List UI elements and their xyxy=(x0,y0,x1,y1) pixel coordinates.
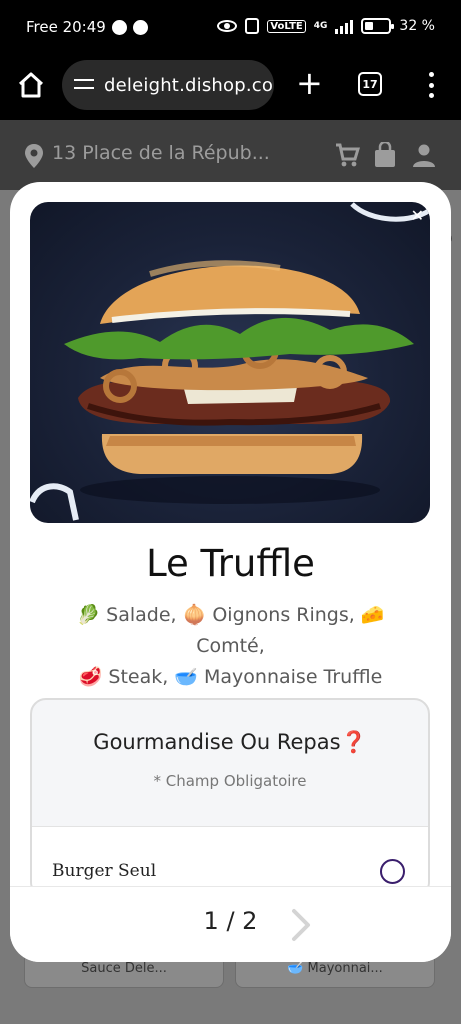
product-image: ✕ xyxy=(30,202,430,523)
shopping-bag-icon[interactable] xyxy=(372,142,398,168)
battery-icon xyxy=(361,18,395,34)
product-modal: ✕ Le Truffle 🥬 Salade, 🧅 Oignons Rings, … xyxy=(10,182,451,962)
pager-bar: 1 / 2 xyxy=(10,886,451,962)
chevron-right-icon[interactable] xyxy=(286,905,316,945)
burger-illustration xyxy=(30,202,430,521)
close-icon[interactable]: ✕ xyxy=(411,208,424,224)
location-pin-icon xyxy=(25,144,43,168)
product-title: Le Truffle xyxy=(146,542,315,585)
vibrate-icon xyxy=(245,18,260,34)
more-menu-icon[interactable] xyxy=(424,70,438,100)
option-group-card: Gourmandise Ou Repas❓ * Champ Obligatoir… xyxy=(30,698,430,898)
status-time: Free 20:49 xyxy=(26,18,106,36)
address-bar[interactable]: deleight.dishop.co/ xyxy=(62,60,274,110)
network-type: 4G xyxy=(313,21,328,31)
status-bar: Free 20:49 VoLTE 4G 32 % xyxy=(0,0,461,56)
volte-badge: VoLTE xyxy=(267,19,306,33)
site-settings-icon[interactable] xyxy=(74,75,96,95)
page-indicator: 1 / 2 xyxy=(203,907,258,935)
delivery-address[interactable]: 13 Place de la Répub... xyxy=(52,142,270,164)
option-radio[interactable] xyxy=(380,859,405,884)
ingredients-line: 🥩 Steak, 🥣 Mayonnaise Truffle xyxy=(78,666,383,688)
tab-switcher-button[interactable]: 17 xyxy=(358,72,382,96)
required-field-note: * Champ Obligatoire xyxy=(153,772,307,790)
ingredients-line: 🥬 Salade, 🧅 Oignons Rings, 🧀 Comté, xyxy=(76,604,385,657)
eye-comfort-icon xyxy=(217,20,238,32)
signal-icon xyxy=(335,18,354,34)
account-icon[interactable] xyxy=(411,142,437,168)
messenger-notification-icon xyxy=(132,19,148,35)
status-left: Free 20:49 xyxy=(26,18,148,36)
site-header: 13 Place de la Répub... xyxy=(0,120,461,190)
cart-icon[interactable] xyxy=(334,142,360,168)
browser-toolbar: deleight.dishop.co/ + 17 xyxy=(0,56,461,120)
chat-notification-icon xyxy=(111,19,127,35)
product-ingredients: 🥬 Salade, 🧅 Oignons Rings, 🧀 Comté, 🥩 St… xyxy=(40,600,421,693)
home-icon[interactable] xyxy=(16,70,46,100)
new-tab-button[interactable]: + xyxy=(296,66,323,100)
status-right: VoLTE 4G 32 % xyxy=(217,18,435,34)
option-label: Burger Seul xyxy=(52,861,157,881)
option-group-title: Gourmandise Ou Repas❓ xyxy=(93,730,367,754)
battery-percent: 32 % xyxy=(399,18,435,34)
url-text: deleight.dishop.co/ xyxy=(104,74,274,96)
